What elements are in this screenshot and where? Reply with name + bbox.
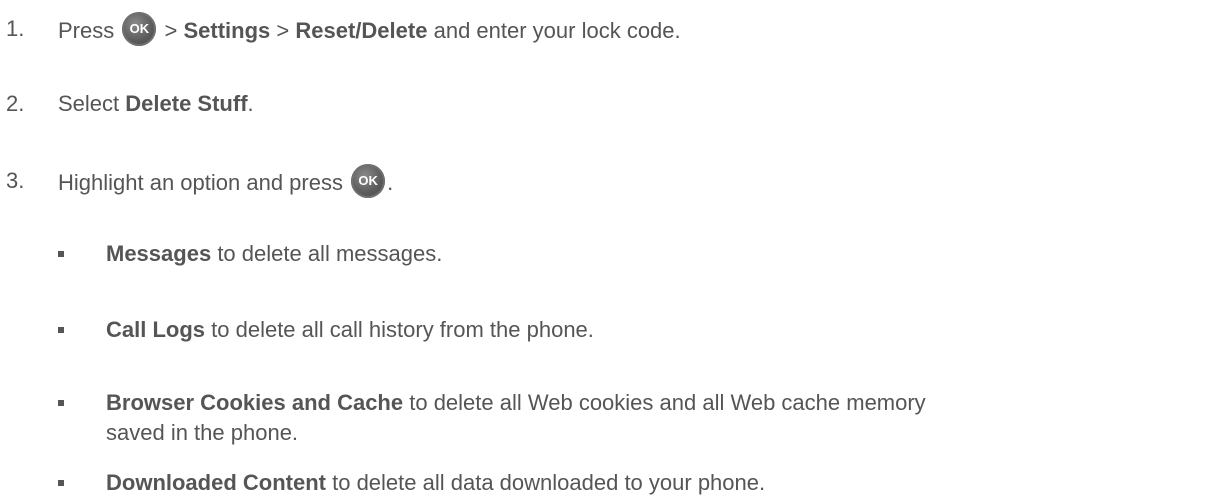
bullet-icon: [58, 400, 64, 406]
bullet-icon: [58, 480, 64, 486]
step-2-text: Select Delete Stuff.: [58, 91, 254, 116]
list-item: Messages to delete all messages.: [106, 241, 443, 266]
list-item: Call Logs to delete all call history fro…: [106, 317, 594, 342]
step-3-text: Highlight an option and press OK.: [58, 164, 393, 201]
ok-button-icon: OK: [351, 164, 386, 198]
bullet-icon: [58, 327, 64, 333]
list-item: Browser Cookies and Cache to delete all …: [106, 390, 926, 415]
step-number: 3.: [6, 168, 25, 193]
step-number: 2.: [6, 91, 25, 116]
step-number: 1.: [6, 16, 25, 41]
bullet-icon: [58, 251, 64, 257]
list-item: Downloaded Content to delete all data do…: [106, 470, 766, 495]
ok-button-icon: OK: [122, 12, 157, 46]
list-item-continuation: saved in the phone.: [106, 420, 299, 445]
step-1-text: Press OK > Settings > Reset/Delete and e…: [58, 12, 681, 49]
